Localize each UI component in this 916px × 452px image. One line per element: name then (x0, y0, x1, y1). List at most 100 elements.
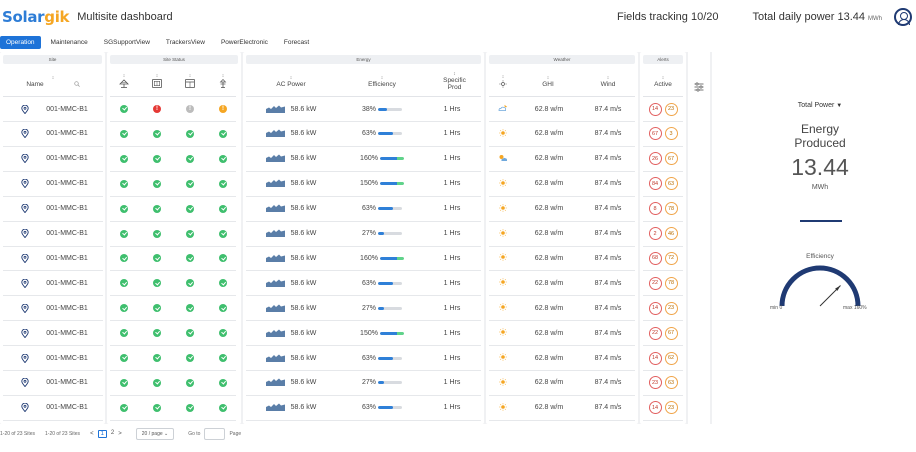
col-header-status-3[interactable]: ↕ (174, 66, 206, 96)
tab-forecast[interactable]: Forecast (278, 37, 315, 48)
active-alerts[interactable]: 26 67 (647, 152, 679, 166)
warning-alert-count[interactable]: 67 (664, 152, 678, 166)
warning-alert-count[interactable]: 78 (664, 202, 678, 216)
active-alerts[interactable]: 84 63 (647, 177, 679, 191)
page-1-button[interactable]: 1 (97, 430, 107, 438)
location-pin-icon[interactable] (18, 271, 32, 295)
location-pin-icon[interactable] (18, 147, 32, 171)
col-header-weather-icon[interactable]: ↕ (488, 66, 518, 96)
table-row[interactable]: 001-MMC-B1 58.6 kW 160% 1 Hrs 62.8 w/m 87.4 m… (0, 246, 712, 272)
prev-page-button[interactable]: < (90, 431, 94, 437)
location-pin-icon[interactable] (18, 122, 32, 146)
table-row[interactable]: 001-MMC-B1 58.6 kW 27% 1 Hrs 62.8 w/m 87.4 m/… (0, 371, 712, 396)
warning-alert-count[interactable]: 62 (664, 351, 678, 365)
table-row[interactable]: 001-MMC-B1 58.6 kW 150% 1 Hrs 62.8 w/m 87.4 m… (0, 172, 712, 197)
table-row[interactable]: 001-MMC-B1 58.6 kW 63% 1 Hrs 62.8 w/m 87.4 m/… (0, 346, 712, 371)
goto-page-input[interactable] (204, 428, 226, 440)
page-size-select[interactable]: 20 / page ⌄ (135, 428, 175, 440)
warning-alert-count[interactable]: 78 (664, 276, 678, 290)
site-name[interactable]: 001-MMC-B1 (46, 230, 88, 237)
col-header-wind[interactable]: ↕ Wind (578, 66, 638, 96)
col-header-status-4[interactable]: ↕ (207, 66, 239, 96)
tab-sgsupportview[interactable]: SGSupportView (98, 37, 156, 48)
col-header-status-1[interactable]: ↕ (108, 66, 140, 96)
warning-alert-count[interactable]: 67 (664, 326, 678, 340)
search-icon[interactable] (74, 81, 80, 87)
active-alerts[interactable]: 23 63 (647, 376, 679, 390)
site-name[interactable]: 001-MMC-B1 (46, 355, 88, 362)
critical-alert-count[interactable]: 8 (648, 202, 662, 216)
warning-alert-count[interactable]: 23 (664, 401, 678, 415)
site-name[interactable]: 001-MMC-B1 (46, 255, 88, 262)
site-name[interactable]: 001-MMC-B1 (46, 205, 88, 212)
active-alerts[interactable]: 67 3 (647, 127, 679, 141)
warning-alert-count[interactable]: 23 (664, 301, 678, 315)
location-pin-icon[interactable] (18, 321, 32, 345)
metric-selector[interactable]: Total Power ▼ (724, 102, 916, 109)
sliders-icon[interactable] (694, 82, 704, 92)
table-row[interactable]: 001-MMC-B1 58.6 kW 38% 1 Hrs 62.8 w/m 87.4 m/… (0, 97, 712, 122)
warning-alert-count[interactable]: 63 (664, 177, 678, 191)
active-alerts[interactable]: 68 72 (647, 251, 679, 265)
table-row[interactable]: 001-MMC-B1 58.6 kW 63% 1 Hrs 62.8 w/m 87.4 m/… (0, 122, 712, 147)
active-alerts[interactable]: 14 23 (647, 102, 679, 116)
site-name[interactable]: 001-MMC-B1 (46, 305, 88, 312)
tab-maintenance[interactable]: Maintenance (45, 37, 94, 48)
col-header-ghi[interactable]: ↕ GHI (518, 66, 578, 96)
location-pin-icon[interactable] (18, 172, 32, 196)
critical-alert-count[interactable]: 22 (648, 326, 662, 340)
site-name[interactable]: 001-MMC-B1 (46, 330, 88, 337)
table-row[interactable]: 001-MMC-B1 58.6 kW 27% 1 Hrs 62.8 w/m 87.4 m/… (0, 222, 712, 247)
table-row[interactable]: 001-MMC-B1 58.6 kW 27% 1 Hrs 62.8 w/m 87.4 m/… (0, 296, 712, 322)
active-alerts[interactable]: 14 23 (647, 301, 679, 315)
critical-alert-count[interactable]: 14 (648, 401, 662, 415)
location-pin-icon[interactable] (18, 97, 32, 121)
warning-alert-count[interactable]: 23 (664, 102, 678, 116)
site-name[interactable]: 001-MMC-B1 (46, 155, 88, 162)
active-alerts[interactable]: 2 46 (647, 227, 679, 240)
active-alerts[interactable]: 8 78 (647, 202, 679, 216)
col-header-status-2[interactable]: ↕ (141, 66, 173, 96)
location-pin-icon[interactable] (18, 222, 32, 246)
table-row[interactable]: 001-MMC-B1 58.6 kW 63% 1 Hrs 62.8 w/m 87.4 m/… (0, 396, 712, 421)
warning-alert-count[interactable]: 63 (664, 376, 678, 390)
site-name[interactable]: 001-MMC-B1 (46, 180, 88, 187)
col-header-active[interactable]: ↕ Active (642, 66, 684, 96)
location-pin-icon[interactable] (18, 246, 32, 270)
user-icon[interactable] (894, 8, 912, 26)
page-2-button[interactable]: 2 (111, 430, 114, 438)
warning-alert-count[interactable]: 72 (664, 251, 678, 265)
critical-alert-count[interactable]: 26 (648, 152, 662, 166)
critical-alert-count[interactable]: 22 (648, 276, 662, 290)
col-header-name[interactable]: ↕ Name (3, 66, 103, 96)
table-row[interactable]: 001-MMC-B1 58.6 kW 150% 1 Hrs 62.8 w/m 87.4 m… (0, 321, 712, 347)
active-alerts[interactable]: 22 67 (647, 326, 679, 340)
location-pin-icon[interactable] (18, 346, 32, 370)
tab-powerelectronic[interactable]: PowerElectronic (215, 37, 274, 48)
location-pin-icon[interactable] (18, 197, 32, 221)
site-name[interactable]: 001-MMC-B1 (46, 106, 88, 113)
critical-alert-count[interactable]: 84 (648, 177, 662, 191)
next-page-button[interactable]: > (118, 431, 122, 437)
critical-alert-count[interactable]: 14 (648, 102, 662, 116)
critical-alert-count[interactable]: 14 (648, 301, 662, 315)
critical-alert-count[interactable]: 2 (648, 227, 662, 240)
active-alerts[interactable]: 14 23 (647, 401, 679, 415)
tab-operation[interactable]: Operation (0, 35, 41, 49)
site-name[interactable]: 001-MMC-B1 (46, 130, 88, 137)
critical-alert-count[interactable]: 14 (648, 351, 662, 365)
active-alerts[interactable]: 14 62 (647, 351, 679, 365)
col-header-ac-power[interactable]: ↕ AC Power (245, 66, 337, 96)
critical-alert-count[interactable]: 23 (648, 376, 662, 390)
critical-alert-count[interactable]: 68 (648, 251, 662, 265)
col-header-specific-prod[interactable]: ↕ Specific Prod (427, 66, 482, 96)
site-name[interactable]: 001-MMC-B1 (46, 404, 88, 411)
critical-alert-count[interactable]: 67 (648, 127, 662, 141)
warning-alert-count[interactable]: 46 (664, 227, 678, 240)
warning-alert-count[interactable]: 3 (664, 127, 678, 141)
tab-trackersview[interactable]: TrackersView (160, 37, 211, 48)
site-name[interactable]: 001-MMC-B1 (46, 379, 88, 386)
col-header-efficiency[interactable]: ↕ Efficiency (337, 66, 427, 96)
table-row[interactable]: 001-MMC-B1 58.6 kW 160% 1 Hrs 62.8 w/m 87.4 m… (0, 147, 712, 172)
active-alerts[interactable]: 22 78 (647, 276, 679, 290)
